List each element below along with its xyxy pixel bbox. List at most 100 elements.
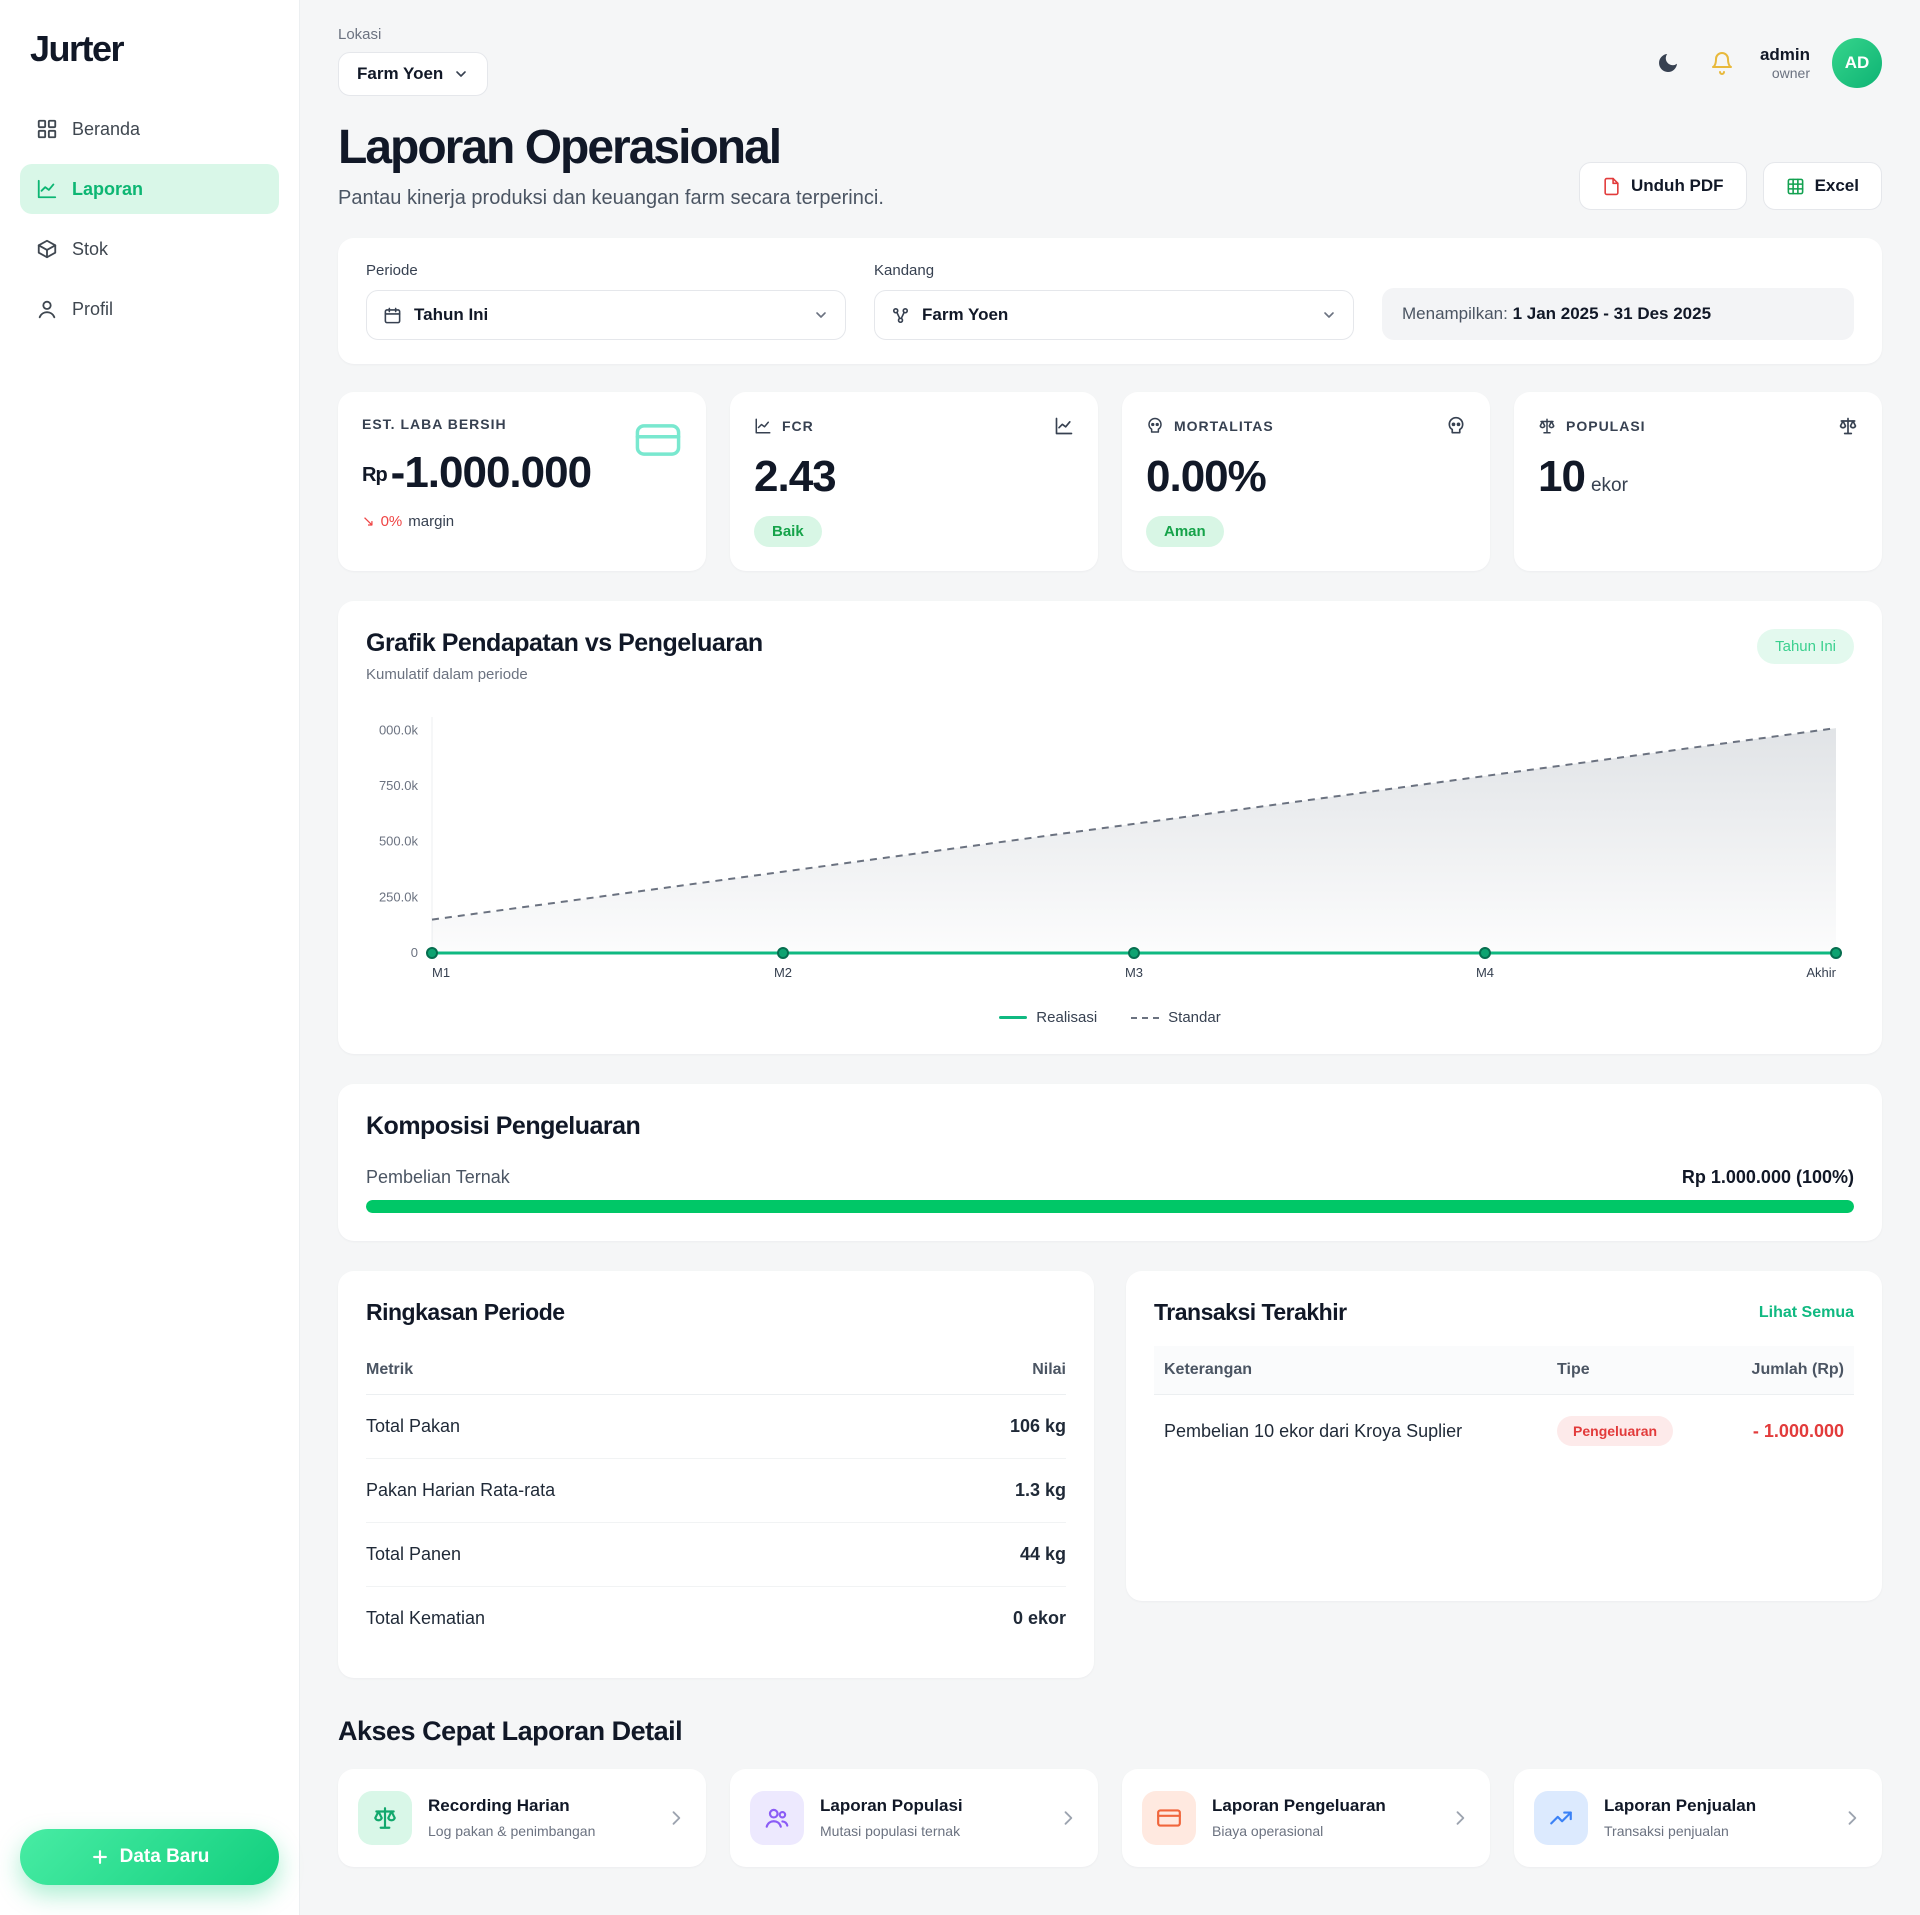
notifications-button[interactable] <box>1706 47 1738 79</box>
komposisi-row: Pembelian Ternak Rp 1.000.000 (100%) <box>366 1167 1854 1188</box>
ringkasan-table: Metrik Nilai Total Pakan 106 kg Pakan Ha… <box>366 1346 1066 1650</box>
chart-subtitle: Kumulatif dalam periode <box>366 666 763 683</box>
user-name: admin <box>1760 44 1810 65</box>
farm-select-value: Farm Yoen <box>357 64 443 84</box>
dashed-line-swatch <box>1131 1017 1159 1019</box>
quick-card-text: Laporan Populasi Mutasi populasi ternak <box>820 1795 963 1840</box>
chevron-right-icon <box>1058 1808 1078 1828</box>
main-content: Lokasi Farm Yoen <box>300 0 1920 1915</box>
ringkasan-panel: Ringkasan Periode Metrik Nilai Total Pak… <box>338 1271 1094 1678</box>
stat-card-laba-bersih: EST. LABA BERSIH Rp-1.000.000 ↘ 0% margi… <box>338 392 706 571</box>
legend-label: Standar <box>1168 1009 1221 1026</box>
page-header-text: Laporan Operasional Pantau kinerja produ… <box>338 120 884 210</box>
stat-label: FCR <box>782 418 814 434</box>
metric-cell: Total Kematian <box>366 1587 906 1651</box>
topbar-actions: admin owner AD <box>1652 26 1882 88</box>
svg-text:0: 0 <box>411 945 418 960</box>
stat-value: 10ekor <box>1538 452 1858 502</box>
location-selector-group: Lokasi Farm Yoen <box>338 26 488 96</box>
chevron-down-icon <box>1321 307 1337 323</box>
chevron-right-icon <box>666 1808 686 1828</box>
user-role: owner <box>1760 65 1810 83</box>
populasi-unit: ekor <box>1591 475 1628 496</box>
quick-card-laporan-pengeluaran[interactable]: Laporan Pengeluaran Biaya operasional <box>1122 1769 1490 1867</box>
periode-select[interactable]: Tahun Ini <box>366 290 846 340</box>
export-excel-button[interactable]: Excel <box>1763 162 1882 210</box>
chart-header: Grafik Pendapatan vs Pengeluaran Kumulat… <box>366 629 1854 683</box>
chart-mini-icon <box>754 417 772 435</box>
sidebar-item-label: Beranda <box>72 119 140 140</box>
trend-down-icon: ↘ <box>362 512 375 530</box>
avatar[interactable]: AD <box>1832 38 1882 88</box>
brand-logo: Jurter <box>20 28 279 104</box>
stat-value: 2.43 <box>754 452 1074 502</box>
sidebar-item-label: Stok <box>72 239 108 260</box>
stat-card-fcr: FCR 2.43 Baik <box>730 392 1098 571</box>
stat-label: MORTALITAS <box>1174 418 1274 434</box>
chart-mini-icon <box>1054 416 1074 436</box>
download-pdf-label: Unduh PDF <box>1631 176 1724 196</box>
sidebar-item-label: Laporan <box>72 179 143 200</box>
quick-access-title: Akses Cepat Laporan Detail <box>338 1716 1882 1747</box>
progress-fill <box>366 1200 1854 1213</box>
download-pdf-button[interactable]: Unduh PDF <box>1579 162 1747 210</box>
app-root: Jurter Beranda Laporan Stok <box>0 0 1920 1915</box>
stat-sub: ↘ 0% margin <box>362 512 682 531</box>
chart-legend: Realisasi Standar <box>366 1009 1854 1026</box>
svg-text:Akhir: Akhir <box>1806 965 1836 980</box>
quick-card-subtitle: Transaksi penjualan <box>1604 1822 1756 1840</box>
line-chart-icon <box>36 178 58 200</box>
lihat-semua-link[interactable]: Lihat Semua <box>1759 1304 1854 1322</box>
sidebar-item-laporan[interactable]: Laporan <box>20 164 279 214</box>
chart-plot-area: 0250.0k500.0k750.0k000.0kM1M2M3M4Akhir <box>366 699 1854 999</box>
data-baru-label: Data Baru <box>120 1846 210 1868</box>
stat-header: FCR <box>754 416 1074 436</box>
trend-value: 0% <box>381 513 403 530</box>
quick-card-recording-harian[interactable]: Recording Harian Log pakan & penimbangan <box>338 1769 706 1867</box>
sidebar-item-profil[interactable]: Profil <box>20 284 279 334</box>
scale-icon <box>358 1791 412 1845</box>
column-header: Nilai <box>906 1346 1066 1395</box>
chevron-right-icon <box>1450 1808 1470 1828</box>
quick-card-title: Laporan Penjualan <box>1604 1795 1756 1817</box>
panel-header: Ringkasan Periode <box>366 1299 1066 1326</box>
quick-card-title: Recording Harian <box>428 1795 595 1817</box>
farm-select[interactable]: Farm Yoen <box>338 52 488 96</box>
laba-value: -1.000.000 <box>391 448 591 497</box>
legend-standar: Standar <box>1131 1009 1221 1026</box>
pendapatan-vs-pengeluaran-chart: 0250.0k500.0k750.0k000.0kM1M2M3M4Akhir <box>366 699 1854 999</box>
stat-header: POPULASI <box>1538 416 1858 436</box>
kandang-label: Kandang <box>874 262 1354 279</box>
svg-text:750.0k: 750.0k <box>379 778 419 793</box>
quick-card-laporan-penjualan[interactable]: Laporan Penjualan Transaksi penjualan <box>1514 1769 1882 1867</box>
dark-mode-toggle[interactable] <box>1652 47 1684 79</box>
komposisi-item-value: Rp 1.000.000 (100%) <box>1682 1167 1854 1188</box>
quick-access-grid: Recording Harian Log pakan & penimbangan… <box>338 1769 1882 1867</box>
quick-card-laporan-populasi[interactable]: Laporan Populasi Mutasi populasi ternak <box>730 1769 1098 1867</box>
chart-card: Grafik Pendapatan vs Pengeluaran Kumulat… <box>338 601 1882 1054</box>
page-header: Laporan Operasional Pantau kinerja produ… <box>338 120 1882 210</box>
column-header: Keterangan <box>1154 1346 1547 1395</box>
table-row: Total Panen 44 kg <box>366 1523 1066 1587</box>
table-row: Pakan Harian Rata-rata 1.3 kg <box>366 1459 1066 1523</box>
legend-realisasi: Realisasi <box>999 1009 1097 1026</box>
showing-value: 1 Jan 2025 - 31 Des 2025 <box>1513 304 1711 323</box>
data-baru-button[interactable]: Data Baru <box>20 1829 279 1885</box>
summary-row: Ringkasan Periode Metrik Nilai Total Pak… <box>338 1271 1882 1678</box>
trending-up-icon <box>1534 1791 1588 1845</box>
topbar: Lokasi Farm Yoen <box>338 26 1882 96</box>
stat-label: POPULASI <box>1566 418 1646 434</box>
sidebar-item-beranda[interactable]: Beranda <box>20 104 279 154</box>
kandang-select[interactable]: Farm Yoen <box>874 290 1354 340</box>
stat-card-populasi: POPULASI 10ekor <box>1514 392 1882 571</box>
periode-label: Periode <box>366 262 846 279</box>
wallet-icon <box>632 414 684 466</box>
svg-text:250.0k: 250.0k <box>379 889 419 904</box>
table-row: Total Kematian 0 ekor <box>366 1587 1066 1651</box>
column-header: Tipe <box>1547 1346 1715 1395</box>
margin-trend: ↘ 0% margin <box>362 512 454 530</box>
sidebar-item-stok[interactable]: Stok <box>20 224 279 274</box>
sidebar-item-label: Profil <box>72 299 113 320</box>
scale-icon <box>1538 417 1556 435</box>
chevron-right-icon <box>1842 1808 1862 1828</box>
